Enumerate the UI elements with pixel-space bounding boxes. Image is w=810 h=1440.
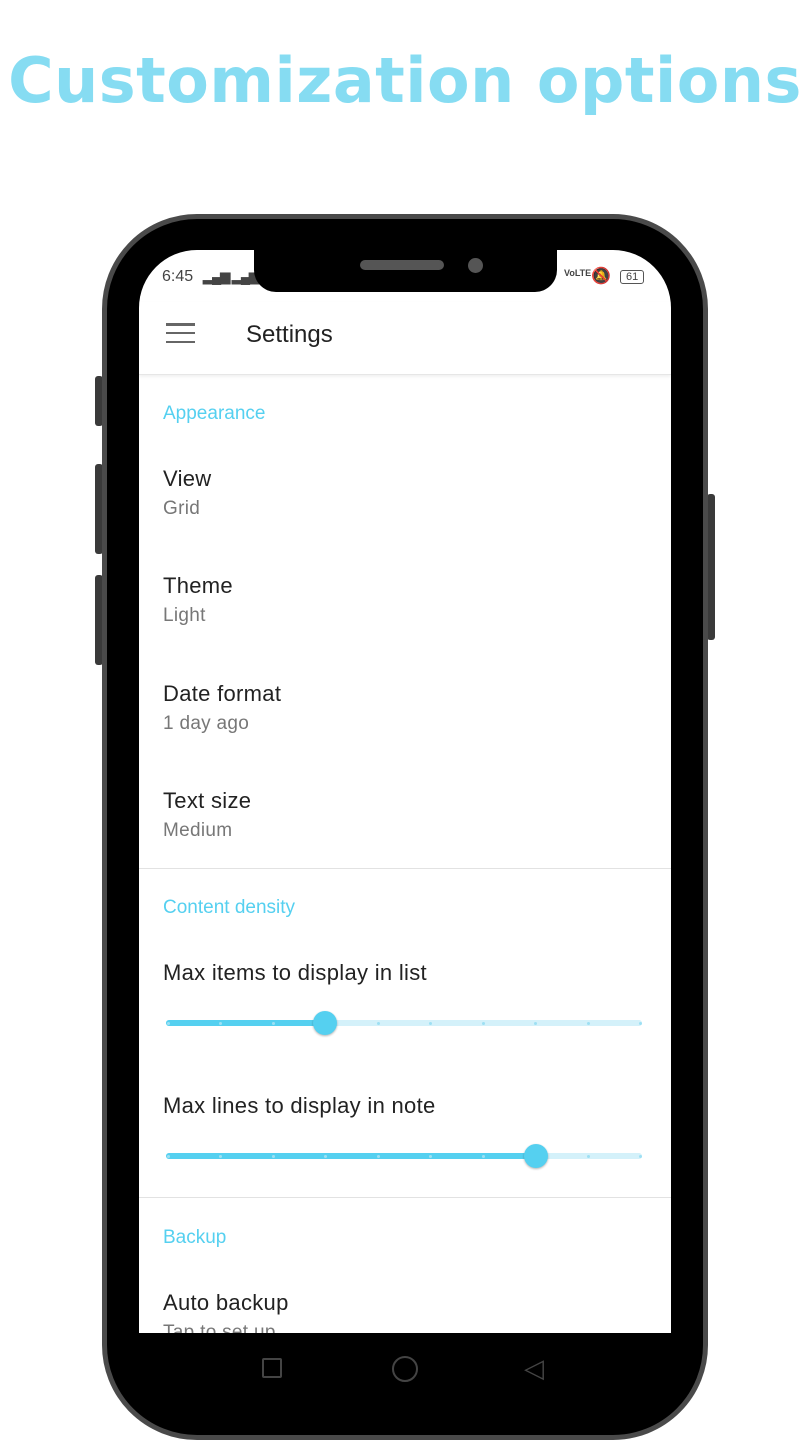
- setting-value: Grid: [163, 498, 201, 519]
- slider-tick: [481, 1022, 485, 1025]
- back-button[interactable]: ◁: [524, 1353, 544, 1384]
- slider-thumb[interactable]: [524, 1144, 549, 1168]
- battery-icon: 61: [620, 270, 645, 284]
- screen: 6:45 ▂▄▆ ▂▄▆ VoLTE 🔕 61 Settings Appeara…: [139, 250, 671, 1333]
- slider-tick: [271, 1022, 275, 1025]
- menu-icon[interactable]: [166, 323, 195, 343]
- notch: [254, 250, 557, 292]
- slider-title: Max items to display in list: [163, 960, 427, 985]
- setting-title: Date format: [163, 681, 282, 706]
- mute-icon: 🔕: [591, 268, 611, 285]
- setting-theme[interactable]: Theme Light: [163, 573, 233, 627]
- slider-tick: [586, 1022, 590, 1025]
- section-backup: Backup: [163, 1227, 227, 1248]
- divider: [139, 1197, 671, 1198]
- slider-tick: [481, 1155, 485, 1158]
- max-lines-slider[interactable]: [166, 1144, 642, 1168]
- slider-tick: [167, 1022, 170, 1025]
- setting-title: Auto backup: [163, 1290, 289, 1315]
- slider-title: Max lines to display in note: [163, 1093, 436, 1118]
- setting-title: Theme: [163, 573, 233, 598]
- slider-tick: [586, 1155, 590, 1158]
- setting-value: Medium: [163, 820, 233, 841]
- page-title: Settings: [246, 321, 333, 348]
- section-appearance: Appearance: [163, 403, 266, 424]
- setting-auto-backup[interactable]: Auto backup Tap to set up: [163, 1290, 289, 1333]
- headline: Customization options: [8, 44, 802, 117]
- volte-icon: VoLTE: [564, 268, 592, 278]
- home-button[interactable]: [392, 1356, 418, 1382]
- setting-value: 1 day ago: [163, 713, 250, 734]
- slider-tick: [271, 1155, 275, 1158]
- section-content-density: Content density: [163, 897, 296, 918]
- setting-date-format[interactable]: Date format 1 day ago: [163, 681, 281, 735]
- setting-value: Tap to set up: [163, 1322, 276, 1333]
- camera: [468, 258, 483, 273]
- slider-label: Max items to display in list: [163, 960, 427, 986]
- setting-text-size[interactable]: Text size Medium: [163, 788, 251, 842]
- setting-title: View: [163, 466, 212, 491]
- setting-view[interactable]: View Grid: [163, 466, 212, 520]
- slider-tick: [376, 1155, 380, 1158]
- slider-fill: [166, 1020, 325, 1026]
- slider-tick: [639, 1155, 642, 1158]
- status-time: 6:45: [162, 268, 194, 285]
- slider-tick: [639, 1022, 642, 1025]
- app-bar: Settings: [139, 302, 671, 375]
- navigation-bar: ◁: [139, 1333, 671, 1405]
- divider: [139, 868, 671, 869]
- recents-button[interactable]: [262, 1358, 282, 1378]
- setting-value: Light: [163, 605, 206, 626]
- signal-icon: ▂▄▆ ▂▄▆: [203, 269, 259, 284]
- slider-label: Max lines to display in note: [163, 1093, 436, 1119]
- slider-tick: [167, 1155, 170, 1158]
- slider-thumb[interactable]: [312, 1011, 337, 1035]
- setting-title: Text size: [163, 788, 252, 813]
- speaker: [360, 260, 444, 270]
- slider-tick: [376, 1022, 380, 1025]
- side-button-power: [707, 494, 715, 640]
- max-items-slider[interactable]: [166, 1011, 642, 1035]
